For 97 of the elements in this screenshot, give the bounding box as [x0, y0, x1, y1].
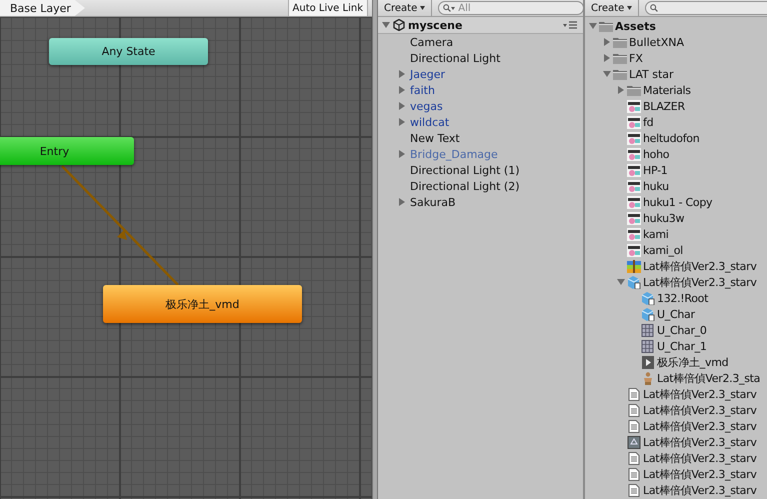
hierarchy-item[interactable]: faith [410, 84, 435, 96]
texture-thumbnail-icon [627, 180, 641, 192]
asset-name[interactable]: U_Char_1 [657, 340, 707, 352]
asset-name[interactable]: HP-1 [643, 164, 668, 176]
search-field[interactable] [645, 1, 767, 15]
asset-name[interactable]: kami_ol [643, 244, 683, 256]
texture-thumbnail-icon [627, 164, 641, 176]
hierarchy-item[interactable]: Camera [410, 36, 454, 48]
collapsed-arrow-icon[interactable] [398, 86, 406, 94]
search-icon [443, 4, 456, 12]
asset-name[interactable]: BulletXNA [629, 36, 684, 48]
expanded-arrow-icon[interactable] [603, 70, 611, 78]
hierarchy-item[interactable]: Directional Light (1) [410, 164, 520, 176]
hierarchy-item[interactable]: Directional Light (2) [410, 180, 520, 192]
asset-name[interactable]: huku [643, 180, 669, 192]
asset-name[interactable]: hoho [643, 148, 670, 160]
prefab-cube-icon [627, 276, 641, 288]
asset-name[interactable]: U_Char [657, 308, 695, 320]
hierarchy-item[interactable]: Jaeger [410, 68, 446, 80]
mesh-grid-icon [641, 340, 655, 352]
asset-name[interactable]: Lat棒倍偵Ver2.3_starv [643, 418, 757, 434]
prefab-cube-icon [641, 308, 655, 320]
asset-name[interactable]: Assets [615, 20, 656, 32]
layer-breadcrumb[interactable]: Base Layer [0, 0, 85, 16]
asset-name[interactable]: Materials [643, 84, 691, 96]
collapsed-arrow-icon[interactable] [398, 118, 406, 126]
collapsed-arrow-icon[interactable] [398, 70, 406, 78]
animation-clip-icon [641, 356, 655, 368]
create-button[interactable]: Create [378, 0, 432, 16]
caret-icon [627, 6, 632, 10]
text-file-icon [627, 388, 641, 400]
collapsed-arrow-icon[interactable] [398, 150, 406, 158]
texture-thumbnail-icon [627, 148, 641, 160]
collapsed-arrow-icon[interactable] [603, 38, 611, 46]
asset-name[interactable]: BLAZER [643, 100, 685, 112]
texture-thumbnail-icon [627, 212, 641, 224]
text-file-icon [627, 468, 641, 480]
folder-icon [613, 52, 627, 64]
expanded-arrow-icon[interactable] [382, 21, 390, 29]
hierarchy-item[interactable]: wildcat [410, 116, 450, 128]
shader-file-icon [627, 436, 641, 448]
collapsed-arrow-icon[interactable] [398, 102, 406, 110]
asset-name[interactable]: U_Char_0 [657, 324, 707, 336]
search-icon [650, 4, 658, 12]
expanded-arrow-icon[interactable] [589, 22, 597, 30]
collapsed-arrow-icon[interactable] [398, 198, 406, 206]
text-file-icon [627, 484, 641, 496]
asset-name[interactable]: Lat棒倍偵Ver2.3_sta [657, 370, 760, 386]
search-field[interactable]: All [438, 1, 583, 15]
prefab-cube-icon [641, 292, 655, 304]
folder-icon [613, 36, 627, 48]
expanded-arrow-icon[interactable] [617, 278, 625, 286]
texture-thumbnail-icon [627, 196, 641, 208]
archive-icon [627, 260, 641, 272]
collapsed-arrow-icon[interactable] [617, 86, 625, 94]
texture-thumbnail-icon [627, 100, 641, 112]
asset-name[interactable]: heltudofon [643, 132, 700, 144]
avatar-figure-icon [641, 372, 655, 384]
hierarchy-item[interactable]: vegas [410, 100, 443, 112]
asset-name[interactable]: fd [643, 116, 654, 128]
panel-menu-icon[interactable] [563, 21, 577, 29]
asset-name[interactable]: Lat棒倍偵Ver2.3_starv [643, 258, 757, 274]
hierarchy-item[interactable]: New Text [410, 132, 460, 144]
folder-icon [599, 20, 613, 32]
asset-name[interactable]: Lat棒倍偵Ver2.3_starv [643, 386, 757, 402]
unity-logo-icon [393, 19, 405, 31]
state-node[interactable]: Any State [49, 38, 208, 65]
folder-icon [613, 68, 627, 80]
asset-name[interactable]: LAT star [629, 68, 674, 80]
text-file-icon [627, 420, 641, 432]
asset-name[interactable]: huku3w [643, 212, 684, 224]
state-node[interactable]: Entry [0, 137, 134, 165]
text-file-icon [627, 404, 641, 416]
folder-icon [627, 84, 641, 96]
texture-thumbnail-icon [627, 228, 641, 240]
state-node[interactable]: 极乐净土_vmd [103, 285, 302, 323]
asset-name[interactable]: 极乐净土_vmd [657, 354, 728, 370]
auto-live-link-button[interactable]: Auto Live Link [288, 0, 368, 16]
collapsed-arrow-icon[interactable] [603, 54, 611, 62]
mesh-grid-icon [641, 324, 655, 336]
text-file-icon [627, 452, 641, 464]
asset-name[interactable]: Lat棒倍偵Ver2.3_starv [643, 402, 757, 418]
asset-name[interactable]: Lat棒倍偵Ver2.3_starv [643, 466, 757, 482]
asset-name[interactable]: FX [629, 52, 643, 64]
asset-name[interactable]: Lat棒倍偵Ver2.3_starv [643, 450, 757, 466]
asset-name[interactable]: 132.!Root [657, 292, 708, 304]
asset-name[interactable]: kami [643, 228, 668, 240]
asset-name[interactable]: Lat棒倍偵Ver2.3_starv [643, 274, 757, 290]
caret-icon [420, 6, 426, 10]
texture-thumbnail-icon [627, 116, 641, 128]
hierarchy-item[interactable]: SakuraB [410, 196, 456, 208]
hierarchy-item[interactable]: Directional Light [410, 52, 500, 64]
asset-name[interactable]: Lat棒倍偵Ver2.3_starv [643, 482, 757, 498]
asset-name[interactable]: huku1 - Copy [643, 196, 712, 208]
texture-thumbnail-icon [627, 244, 641, 256]
asset-name[interactable]: Lat棒倍偵Ver2.3_starv [643, 434, 757, 450]
texture-thumbnail-icon [627, 132, 641, 144]
